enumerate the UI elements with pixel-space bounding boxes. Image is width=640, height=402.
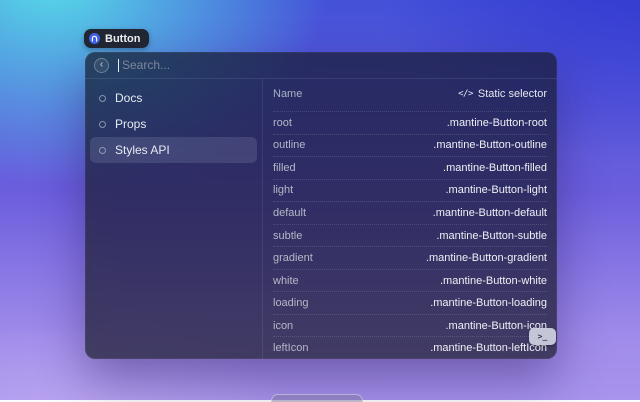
- static-selector-cell: .mantine-Button-leftIcon: [430, 342, 547, 355]
- column-header-static-selector-label: Static selector: [477, 88, 547, 100]
- search-bar: ‹: [85, 52, 557, 79]
- table-row[interactable]: light .mantine-Button-light: [273, 178, 548, 202]
- code-icon: </>: [458, 89, 473, 99]
- column-header-name: Name: [273, 88, 303, 100]
- sidebar-item-props[interactable]: Props: [90, 111, 257, 137]
- terminal-prompt-icon: >_: [537, 332, 548, 341]
- column-header-static-selector: </> Static selector: [458, 88, 547, 100]
- selector-name-cell: white: [273, 274, 299, 287]
- table-row[interactable]: loading .mantine-Button-loading: [273, 291, 547, 314]
- mantine-logo-icon: [89, 33, 100, 44]
- static-selector-cell: .mantine-Button-outline: [433, 139, 547, 152]
- selector-name-cell: loading: [273, 297, 309, 310]
- table-row[interactable]: gradient .mantine-Button-gradient: [273, 246, 547, 269]
- circle-bullet-icon: [99, 94, 106, 102]
- terminal-toggle-button[interactable]: >_: [529, 328, 556, 345]
- sidebar-list: Docs Props Styles API: [85, 79, 263, 359]
- static-selector-cell: .mantine-Button-light: [445, 184, 548, 197]
- circle-bullet-icon: [99, 146, 106, 154]
- static-selector-cell: .mantine-Button-white: [440, 274, 547, 287]
- selector-name-cell: subtle: [273, 229, 303, 242]
- selector-name-cell: leftIcon: [273, 342, 309, 355]
- table-row[interactable]: filled .mantine-Button-filled: [273, 156, 547, 179]
- static-selector-cell: .mantine-Button-gradient: [425, 252, 547, 265]
- table-row[interactable]: outline .mantine-Button-outline: [273, 133, 547, 157]
- selector-name-cell: default: [273, 206, 307, 219]
- table-row[interactable]: leftIcon .mantine-Button-leftIcon: [273, 336, 547, 359]
- selector-name-cell: gradient: [273, 252, 313, 265]
- button-component-badge[interactable]: Button: [84, 29, 150, 48]
- chevron-left-icon: ‹: [99, 58, 104, 70]
- static-selector-cell: .mantine-Button-loading: [430, 297, 547, 310]
- static-selector-cell: .mantine-Button-root: [446, 116, 547, 129]
- selector-name-cell: root: [273, 116, 292, 129]
- back-button[interactable]: ‹: [94, 57, 109, 73]
- selector-name-cell: light: [273, 184, 294, 197]
- circle-bullet-icon: [99, 120, 106, 128]
- table-row[interactable]: icon .mantine-Button-icon: [273, 313, 547, 337]
- static-selector-cell: .mantine-Button-default: [432, 206, 547, 219]
- sidebar-item-docs[interactable]: Docs: [90, 85, 257, 111]
- styles-api-table: Name </> Static selector root .mantine-B…: [263, 79, 557, 359]
- selector-name-cell: filled: [273, 161, 296, 174]
- search-input[interactable]: [120, 57, 548, 73]
- table-header-row: Name </> Static selector: [273, 79, 547, 109]
- selector-table-rows: root .mantine-Button-root outline .manti…: [273, 111, 547, 359]
- selector-name-cell: outline: [273, 139, 306, 152]
- selector-name-cell: icon: [273, 319, 294, 332]
- table-row[interactable]: subtle .mantine-Button-subtle: [273, 223, 547, 247]
- modal-body: Docs Props Styles API Name </> Static se…: [85, 79, 557, 359]
- spotlight-modal: ‹ Docs Props Styles API Name </> Static …: [85, 52, 557, 359]
- badge-label: Button: [105, 32, 141, 45]
- table-row[interactable]: default .mantine-Button-default: [273, 201, 547, 224]
- table-row[interactable]: root .mantine-Button-root: [273, 111, 547, 134]
- static-selector-cell: .mantine-Button-subtle: [436, 229, 547, 242]
- static-selector-cell: .mantine-Button-filled: [443, 161, 547, 174]
- table-row[interactable]: white .mantine-Button-white: [273, 268, 547, 292]
- text-caret: [118, 58, 119, 72]
- dock-peek-element[interactable]: [271, 394, 363, 402]
- sidebar-item-styles-api[interactable]: Styles API: [90, 137, 257, 163]
